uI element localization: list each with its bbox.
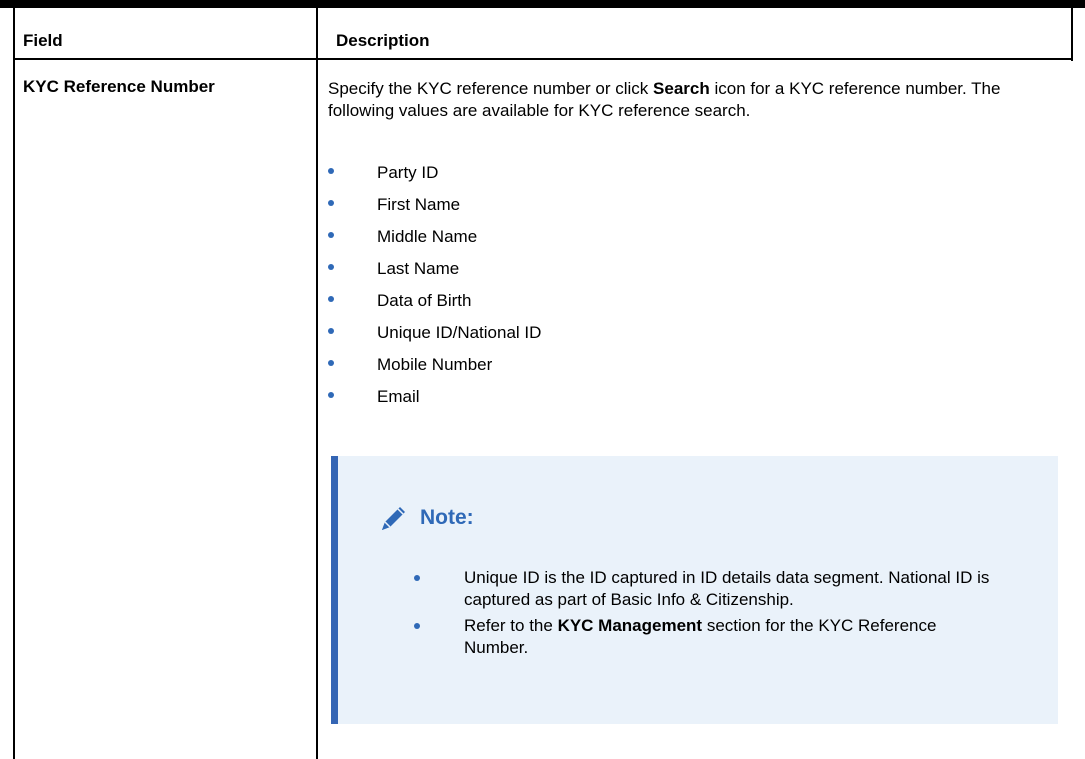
note-title: Note:: [420, 506, 474, 529]
list-item: Data of Birth: [323, 290, 541, 322]
field-description: Specify the KYC reference number or clic…: [328, 78, 1048, 122]
header-divider: [13, 58, 1073, 60]
list-item-label: Data of Birth: [377, 291, 472, 310]
note-box: Note: Unique ID is the ID captured in ID…: [331, 456, 1058, 724]
list-item-label: Last Name: [377, 259, 460, 278]
pencil-icon: [382, 507, 405, 530]
list-item: Email: [323, 386, 541, 418]
list-item-label: Middle Name: [377, 227, 478, 246]
list-item: Party ID: [323, 162, 541, 194]
list-item: Last Name: [323, 258, 541, 290]
bullet-icon: [328, 360, 334, 366]
top-border: [0, 0, 1085, 8]
bullet-icon: [328, 296, 334, 302]
bullet-icon: [414, 575, 420, 581]
bullet-icon: [328, 264, 334, 270]
table-column-divider: [316, 8, 318, 759]
note-item-text: Refer to the: [464, 616, 558, 635]
list-item: Mobile Number: [323, 354, 541, 386]
list-item-label: Email: [377, 387, 420, 406]
column-header-description: Description: [336, 31, 430, 50]
list-item: Middle Name: [323, 226, 541, 258]
search-emphasis: Search: [653, 79, 710, 98]
kyc-management-emphasis: KYC Management: [557, 616, 703, 635]
field-name: KYC Reference Number: [23, 77, 215, 96]
note-list: Unique ID is the ID captured in ID detai…: [398, 567, 998, 663]
search-values-list: Party ID First Name Middle Name Last Nam…: [323, 162, 541, 418]
list-item: First Name: [323, 194, 541, 226]
description-text: Specify the KYC reference number or clic…: [328, 79, 654, 98]
bullet-icon: [328, 200, 334, 206]
list-item-label: Party ID: [377, 163, 439, 182]
header-divider-end: [1071, 58, 1073, 60]
bullet-icon: [328, 328, 334, 334]
list-item-label: First Name: [377, 195, 461, 214]
column-header-field: Field: [23, 31, 63, 50]
bullet-icon: [414, 623, 420, 629]
bullet-icon: [328, 232, 334, 238]
table-left-border: [13, 8, 15, 759]
table-right-border: [1071, 8, 1073, 61]
note-item: Refer to the KYC Management section for …: [398, 615, 998, 659]
list-item-label: Mobile Number: [377, 355, 493, 374]
note-header: Note:: [378, 502, 474, 534]
list-item-label: Unique ID/National ID: [377, 323, 542, 342]
list-item: Unique ID/National ID: [323, 322, 541, 354]
bullet-icon: [328, 392, 334, 398]
note-item: Unique ID is the ID captured in ID detai…: [398, 567, 998, 611]
note-item-text: Unique ID is the ID captured in ID detai…: [464, 568, 990, 609]
bullet-icon: [328, 168, 334, 174]
